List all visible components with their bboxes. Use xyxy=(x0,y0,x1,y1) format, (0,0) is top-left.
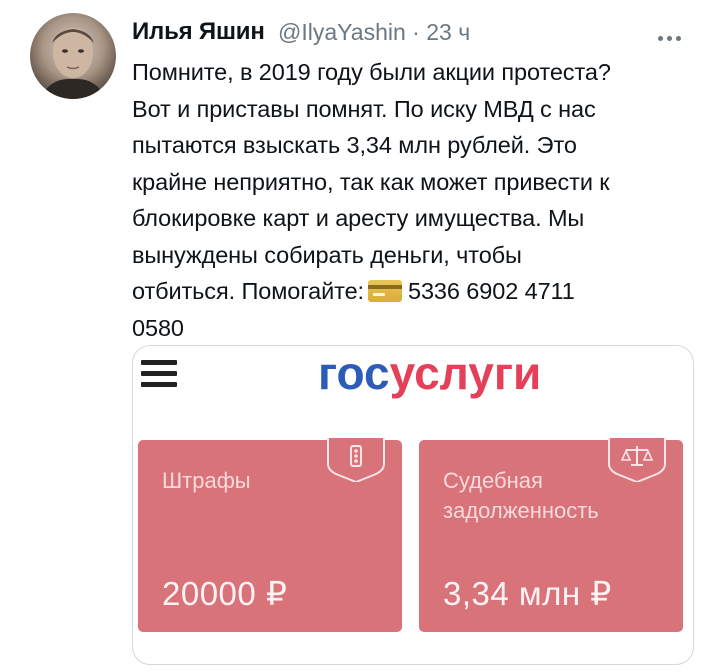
tile-fines-label: Штрафы xyxy=(162,468,251,493)
logo-part-uslugi: услуги xyxy=(389,347,542,399)
scales-icon xyxy=(608,438,666,482)
tweet-line: пытаются взыскать 3,34 млн рублей. Это xyxy=(132,132,577,158)
meta-separator: · xyxy=(412,19,420,45)
logo-part-gos: гос xyxy=(318,347,390,399)
help-prefix: отбиться. Помогайте: xyxy=(132,278,364,304)
hamburger-menu-icon xyxy=(141,360,177,392)
tile-debt-label: Судебная задолженность xyxy=(443,466,599,526)
author-handle[interactable]: @IlyaYashin xyxy=(278,19,406,45)
gosuslugi-logo: госуслуги xyxy=(318,346,541,400)
attached-image[interactable]: госуслуги Штрафы 20000 ₽ Судебная задолж… xyxy=(132,345,694,665)
tweet-line: Вот и приставы помнят. По иску МВД с нас xyxy=(132,95,596,122)
tweet-text: Помните, в 2019 году были акции протеста… xyxy=(132,54,700,346)
avatar[interactable] xyxy=(30,13,116,99)
tile-fines-amount: 20000 ₽ xyxy=(162,575,288,612)
credit-card-emoji-icon xyxy=(367,280,402,302)
three-dots-icon[interactable] xyxy=(658,28,692,41)
tweet-line: Помните, в 2019 году были акции протеста… xyxy=(132,59,611,85)
tweet-time[interactable]: 23 ч xyxy=(426,19,470,45)
card-number-part1: 5336 6902 4711 xyxy=(407,278,575,304)
card-number-part2: 0580 xyxy=(132,314,184,341)
tweet-meta: @IlyaYashin · 23 ч xyxy=(278,19,470,46)
tweet-line-help: отбиться. Помогайте: 5336 6902 4711 xyxy=(132,273,700,310)
avatar-portrait xyxy=(40,28,106,99)
tile-debt-label-line1: Судебная xyxy=(443,468,543,493)
tile-debt-amount: 3,34 млн ₽ xyxy=(443,575,612,612)
tweet-line: блокировке карт и аресту имущества. Мы xyxy=(132,205,585,231)
tile-court-debt: Судебная задолженность 3,34 млн ₽ xyxy=(419,438,683,632)
tile-debt-label-line2: задолженность xyxy=(443,498,599,523)
traffic-light-icon xyxy=(327,438,385,482)
author-name[interactable]: Илья Яшин xyxy=(132,18,265,46)
tile-fines: Штрафы 20000 ₽ xyxy=(138,438,402,632)
tweet-line: крайне неприятно, так как может привести… xyxy=(132,168,610,195)
tweet-line: вынуждены собирать деньги, чтобы xyxy=(132,241,522,268)
